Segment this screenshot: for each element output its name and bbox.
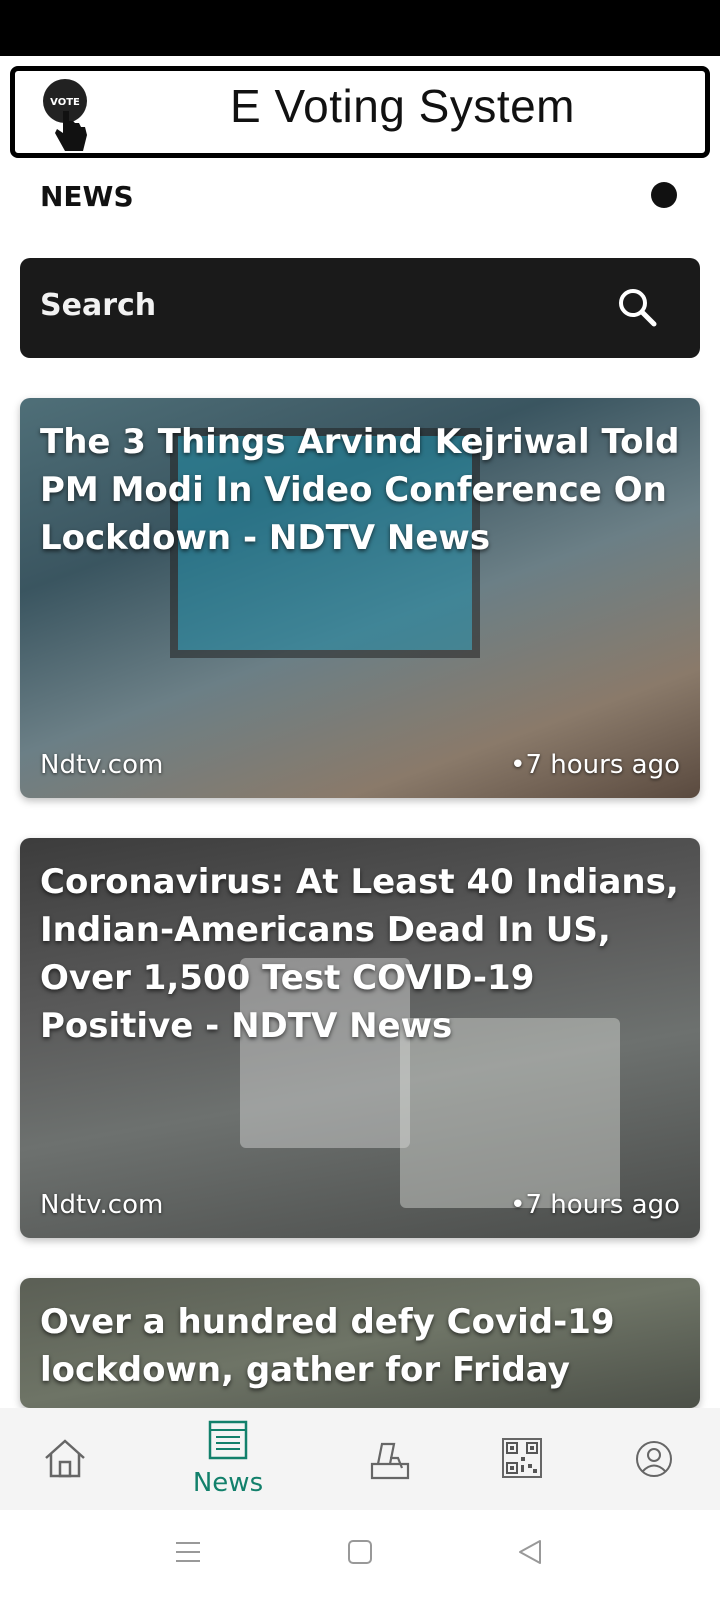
nav-news-label: News — [192, 1468, 264, 1498]
news-card[interactable]: Over a hundred defy Covid-19 lockdown, g… — [20, 1278, 700, 1408]
search-placeholder: Search — [40, 288, 157, 323]
nav-home[interactable] — [10, 1408, 120, 1510]
nav-scan[interactable] — [467, 1408, 577, 1510]
news-icon — [208, 1420, 248, 1460]
search-bar[interactable]: Search — [20, 258, 700, 358]
news-card[interactable]: Coronavirus: At Least 40 Indians, Indian… — [20, 838, 700, 1238]
bottom-nav: News — [0, 1408, 720, 1510]
home-icon — [45, 1439, 85, 1478]
nav-vote[interactable] — [335, 1408, 445, 1510]
news-time: •7 hours ago — [510, 1190, 680, 1220]
news-headline: Coronavirus: At Least 40 Indians, Indian… — [40, 862, 679, 1046]
system-nav-bar — [0, 1510, 720, 1600]
menu-icon[interactable] — [174, 1538, 202, 1566]
news-source: Ndtv.com — [40, 750, 164, 780]
nav-profile[interactable] — [599, 1408, 709, 1510]
nav-news[interactable]: News — [173, 1408, 283, 1510]
square-icon[interactable] — [346, 1538, 374, 1566]
news-headline: The 3 Things Arvind Kejriwal Told PM Mod… — [40, 422, 680, 558]
news-source: Ndtv.com — [40, 1190, 164, 1220]
search-icon[interactable] — [616, 286, 660, 330]
app-header: VOTE E Voting System — [10, 66, 710, 158]
app-title: E Voting System — [230, 80, 575, 132]
svg-text:VOTE: VOTE — [50, 97, 80, 108]
qr-code-icon — [502, 1438, 542, 1478]
vote-logo-icon: VOTE — [43, 79, 87, 151]
ballot-icon — [370, 1442, 410, 1480]
news-headline: Over a hundred defy Covid-19 lockdown, g… — [40, 1302, 615, 1390]
profile-icon — [636, 1441, 672, 1477]
news-time: •7 hours ago — [510, 750, 680, 780]
section-heading: NEWS — [40, 180, 134, 213]
status-bar — [0, 0, 720, 56]
news-card[interactable]: The 3 Things Arvind Kejriwal Told PM Mod… — [20, 398, 700, 798]
back-icon[interactable] — [516, 1538, 544, 1566]
notification-dot-icon[interactable] — [651, 182, 677, 208]
